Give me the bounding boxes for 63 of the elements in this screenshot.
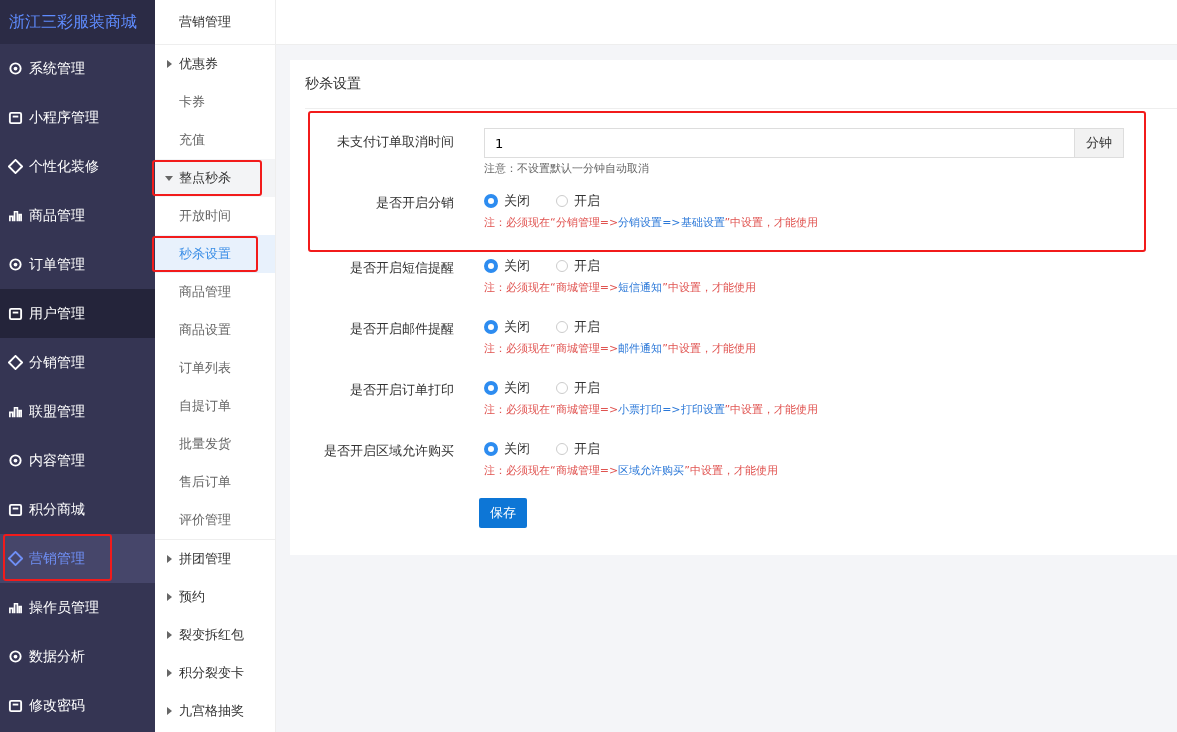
submenu-group[interactable]: 预约 (155, 578, 275, 616)
card-title: 秒杀设置 (305, 60, 1177, 109)
submenu-item[interactable]: 订单列表 (155, 349, 275, 387)
nav-item[interactable]: 分销管理 (0, 338, 155, 387)
radio-option[interactable]: 关闭 (484, 257, 530, 275)
nav-item[interactable]: 系统管理 (0, 44, 155, 93)
radio-option[interactable]: 开启 (556, 440, 600, 458)
submenu-item[interactable]: 开放时间 (155, 197, 275, 235)
field-note: 注：必须现在“分销管理=>分销设置=>基础设置”中设置，才能使用 (484, 215, 820, 230)
submenu-group[interactable]: 积分裂变卡 (155, 654, 275, 692)
radio-option[interactable]: 关闭 (484, 440, 530, 458)
note-link[interactable]: 分销设置=>基础设置 (618, 216, 725, 229)
note-link[interactable]: 邮件通知 (618, 342, 663, 355)
submenu-item[interactable]: 自提订单 (155, 387, 275, 425)
submenu-group[interactable]: 裂变拆红包 (155, 616, 275, 654)
note-link[interactable]: 短信通知 (618, 281, 663, 294)
radio-option[interactable]: 开启 (556, 192, 600, 210)
field-note: 注：必须现在“商城管理=>区域允许购买”中设置，才能使用 (484, 463, 779, 478)
brand-title: 浙江三彩服装商城 (0, 0, 155, 44)
nav-item[interactable]: 数据分析 (0, 632, 155, 681)
radio-option[interactable]: 开启 (556, 257, 600, 275)
field-label: 是否开启分销 (375, 194, 454, 212)
nav-item[interactable]: 用户管理 (0, 289, 155, 338)
note-link[interactable]: 区域允许购买 (618, 464, 685, 477)
submenu-item[interactable]: 充值 (155, 121, 275, 159)
submenu-item[interactable]: 评价管理 (155, 501, 275, 539)
field-note: 注：必须现在“商城管理=>小票打印=>打印设置”中设置，才能使用 (484, 402, 820, 417)
field-note: 注：必须现在“商城管理=>邮件通知”中设置，才能使用 (484, 341, 757, 356)
field-label: 是否开启邮件提醒 (349, 320, 454, 338)
field-label: 是否开启订单打印 (349, 381, 454, 399)
radio-option[interactable]: 关闭 (484, 192, 530, 210)
field-label: 是否开启短信提醒 (349, 259, 454, 277)
radio-option[interactable]: 关闭 (484, 318, 530, 336)
nav-item[interactable]: 个性化装修 (0, 142, 155, 191)
field-hint: 注意：不设置默认一分钟自动取消 (484, 161, 650, 176)
nav-item[interactable]: 修改密码 (0, 681, 155, 730)
submenu-item[interactable]: 商品设置 (155, 311, 275, 349)
submenu-item[interactable]: 商品管理 (155, 273, 275, 311)
submenu-group[interactable]: 拼团管理 (155, 540, 275, 578)
field-label: 是否开启区域允许购买 (323, 442, 454, 460)
nav-item[interactable]: 联盟管理 (0, 387, 155, 436)
submenu-group[interactable]: 整点秒杀 (155, 159, 275, 197)
radio-option[interactable]: 开启 (556, 318, 600, 336)
unit-addon: 分钟 (1074, 128, 1124, 158)
submenu-group[interactable]: 优惠券 (155, 45, 275, 83)
submenu-title: 营销管理 (155, 0, 275, 45)
nav-item[interactable]: 订单管理 (0, 240, 155, 289)
nav-item[interactable]: 内容管理 (0, 436, 155, 485)
nav-item[interactable]: 商品管理 (0, 191, 155, 240)
note-link[interactable]: 小票打印=>打印设置 (618, 403, 725, 416)
field-note: 注：必须现在“商城管理=>短信通知”中设置，才能使用 (484, 280, 757, 295)
nav-item[interactable]: 小程序管理 (0, 93, 155, 142)
field-label: 未支付订单取消时间 (336, 133, 454, 151)
nav-item[interactable]: 操作员管理 (0, 583, 155, 632)
submenu-item[interactable]: 卡券 (155, 83, 275, 121)
submenu-group[interactable]: 九宫格抽奖 (155, 692, 275, 730)
nav-item[interactable]: 积分商城 (0, 485, 155, 534)
save-button[interactable]: 保存 (479, 498, 527, 528)
radio-option[interactable]: 开启 (556, 379, 600, 397)
submenu-item[interactable]: 批量发货 (155, 425, 275, 463)
minutes-input[interactable]: 1 (484, 128, 1074, 158)
submenu-item[interactable]: 售后订单 (155, 463, 275, 501)
radio-option[interactable]: 关闭 (484, 379, 530, 397)
